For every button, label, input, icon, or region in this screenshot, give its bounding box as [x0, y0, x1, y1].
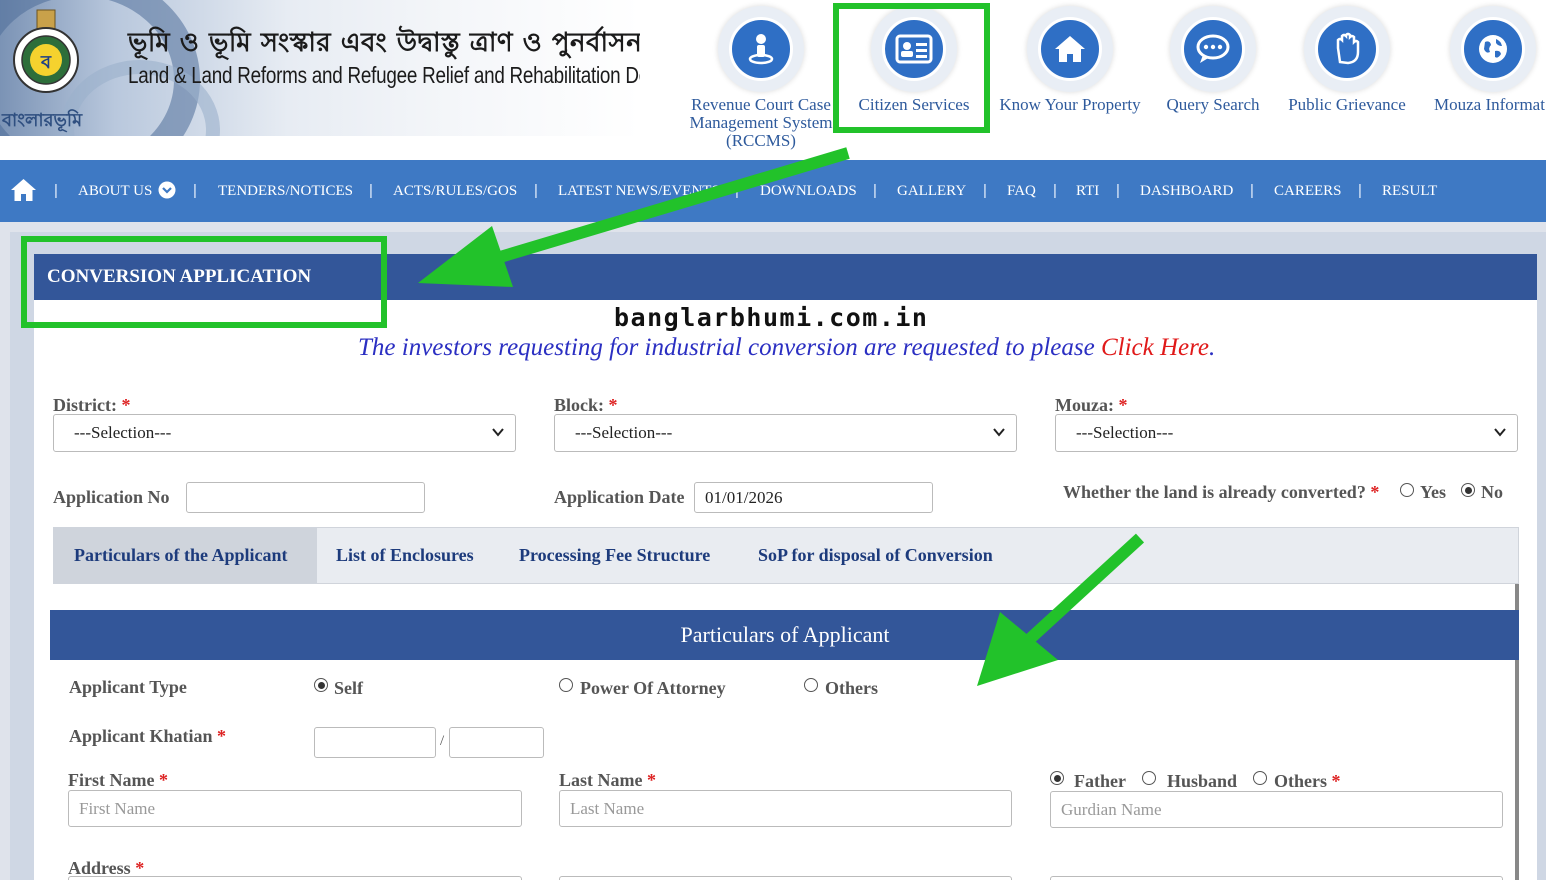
annotation-arrows — [418, 147, 1145, 686]
arrow-to-applicant-section — [977, 533, 1145, 686]
arrow-to-title — [418, 147, 850, 287]
